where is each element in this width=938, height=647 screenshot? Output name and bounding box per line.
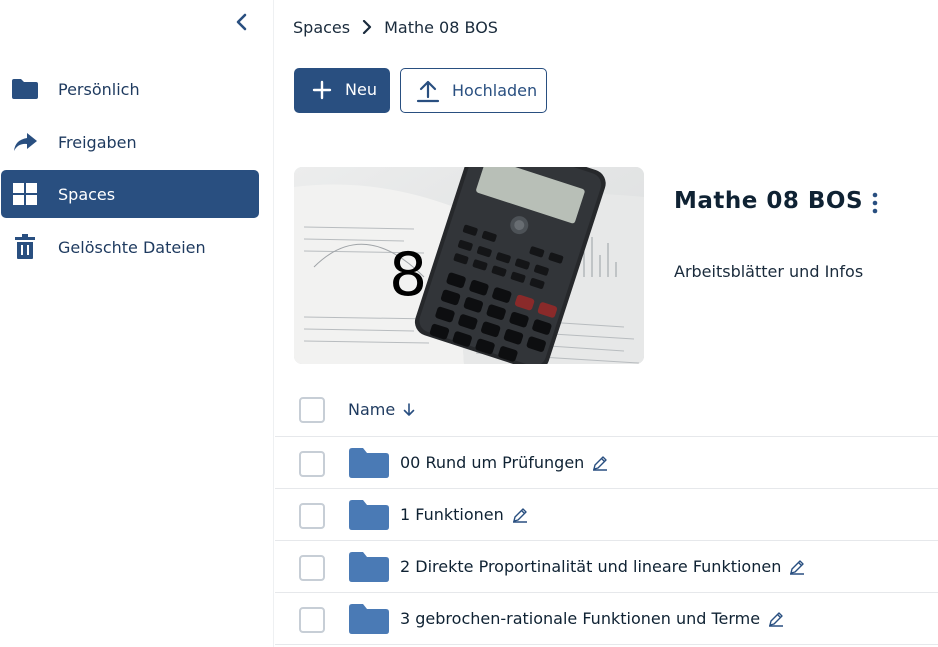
sidebar-item-label: Freigaben [58,132,137,152]
sidebar-item-trash[interactable]: Gelöschte Dateien [1,223,259,271]
pencil-icon[interactable] [511,506,529,524]
row-checkbox[interactable] [299,503,325,529]
table-row[interactable]: 1 Funktionen [275,489,938,541]
space-title: Mathe 08 BOS [674,188,864,214]
file-name: 00 Rund um Prüfungen [400,453,585,472]
file-name: 2 Direkte Proportinalität und lineare Fu… [400,557,782,576]
upload-button-label: Hochladen [452,81,538,100]
pencil-icon[interactable] [767,610,785,628]
collapse-sidebar-button[interactable] [230,12,254,36]
plus-icon [312,80,332,100]
row-checkbox[interactable] [299,607,325,633]
table-row[interactable]: 3 gebrochen-rationale Funktionen und Ter… [275,593,938,645]
chevron-right-icon [362,20,372,34]
file-name-link[interactable]: 3 gebrochen-rationale Funktionen und Ter… [400,609,785,628]
file-name-link[interactable]: 2 Direkte Proportinalität und lineare Fu… [400,557,806,576]
folder-icon [11,75,39,103]
row-checkbox[interactable] [299,555,325,581]
breadcrumb-current[interactable]: Mathe 08 BOS [384,18,498,37]
new-button[interactable]: Neu [294,68,390,113]
breadcrumb: Spaces Mathe 08 BOS [293,15,498,39]
file-name-link[interactable]: 00 Rund um Prüfungen [400,453,609,472]
folder-icon [349,552,389,582]
sidebar-item-label: Spaces [58,184,116,204]
row-checkbox[interactable] [299,451,325,477]
sort-arrow-down-icon [403,402,415,417]
name-column-label: Name [348,400,396,419]
table-header: Name [275,385,938,437]
upload-button[interactable]: Hochladen [400,68,547,113]
space-image-number: 8 [389,240,428,310]
folder-icon [349,604,389,634]
sidebar-item-label: Persönlich [58,79,140,99]
calculator-image [294,167,644,364]
chevron-left-icon [235,13,249,35]
sidebar-item-spaces[interactable]: Spaces [1,170,259,218]
name-column-header[interactable]: Name [348,400,415,419]
folder-icon [349,500,389,530]
sidebar-item-shares[interactable]: Freigaben [1,118,259,166]
sidebar-item-label: Gelöschte Dateien [58,237,206,257]
main-content: Spaces Mathe 08 BOS Neu Hochladen 8 Math… [275,0,938,647]
pencil-icon[interactable] [591,454,609,472]
more-options-button[interactable] [865,192,885,218]
space-description: Arbeitsblätter und Infos [674,262,864,281]
grid-icon [11,180,39,208]
space-image: 8 [294,167,644,364]
select-all-checkbox[interactable] [299,397,325,423]
table-row[interactable]: 00 Rund um Prüfungen [275,437,938,489]
kebab-menu-icon [872,192,878,218]
share-icon [11,128,39,156]
file-name: 1 Funktionen [400,505,504,524]
pencil-icon[interactable] [788,558,806,576]
new-button-label: Neu [345,80,377,99]
folder-icon [349,448,389,478]
file-name-link[interactable]: 1 Funktionen [400,505,529,524]
trash-icon [11,233,39,261]
sidebar-item-personal[interactable]: Persönlich [1,65,259,113]
sidebar: Persönlich Freigaben Spaces Gelöschte Da… [0,0,274,647]
table-row[interactable]: 2 Direkte Proportinalität und lineare Fu… [275,541,938,593]
breadcrumb-spaces-link[interactable]: Spaces [293,18,350,37]
file-name: 3 gebrochen-rationale Funktionen und Ter… [400,609,761,628]
upload-icon [416,79,440,103]
